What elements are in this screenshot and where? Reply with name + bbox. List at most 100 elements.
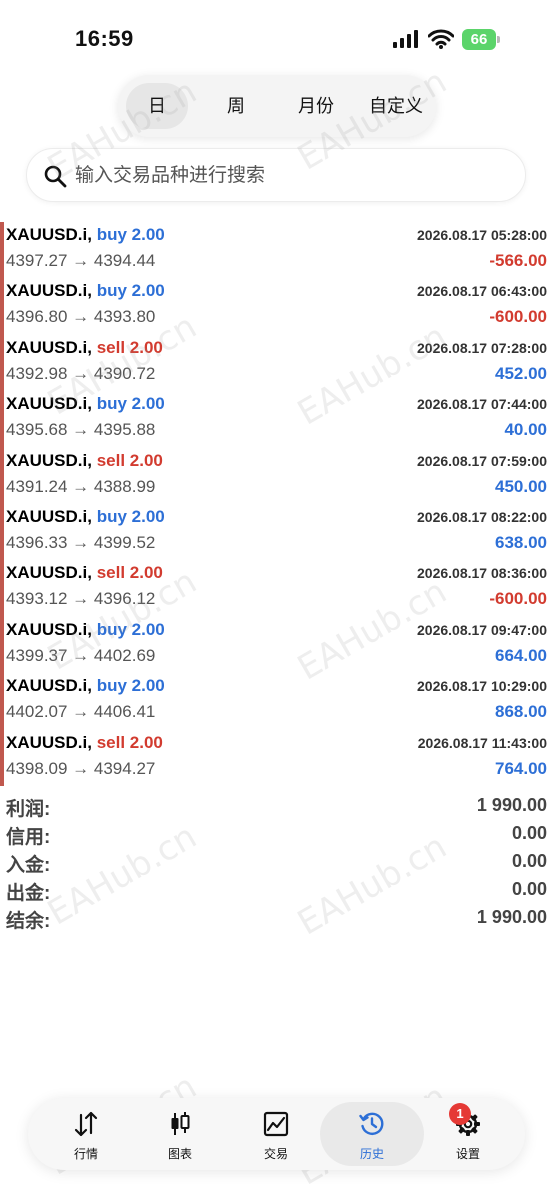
deal-symbol: XAUUSD.i, [6, 506, 92, 526]
deal-time: 2026.08.17 07:44:00 [417, 396, 547, 413]
tab-quotes[interactable]: 行情 [40, 1098, 130, 1170]
deal-symbol: XAUUSD.i, [6, 337, 92, 357]
deal-time: 2026.08.17 11:43:00 [417, 734, 547, 751]
deal-row[interactable]: XAUUSD.i, buy 2.00 2026.08.17 07:44:00 439… [0, 391, 553, 447]
period-tab-label: 自定义 [369, 96, 423, 116]
deal-row[interactable]: XAUUSD.i, buy 2.00 2026.08.17 05:28:00 439… [0, 222, 553, 278]
deal-prices: 4393.12 → 4396.12 [6, 589, 156, 609]
deal-symbol: XAUUSD.i, [6, 394, 92, 414]
summary-label: 结余: [6, 911, 51, 932]
deal-row[interactable]: XAUUSD.i, buy 2.00 2026.08.17 10:29:00 440… [0, 673, 553, 729]
deal-title: XAUUSD.i, buy 2.00 [6, 281, 165, 301]
period-selector: 日 周 月份 自定义 [118, 75, 436, 137]
summary-value: 0.00 [511, 823, 547, 843]
battery-level: 66 [462, 29, 496, 50]
search-icon [44, 165, 67, 188]
summary-label: 利润: [6, 799, 51, 820]
summary: 利润: 1 990.00 信用: 0.00 入金: 0.00 出金: 0.00 … [0, 792, 553, 932]
deal-prices: 4399.37 → 4402.69 [6, 645, 156, 665]
search-bar[interactable] [26, 148, 526, 202]
tab-label: 历史 [359, 1147, 384, 1161]
candlestick-chart-icon [171, 1112, 190, 1135]
deal-row[interactable]: XAUUSD.i, buy 2.00 2026.08.17 08:22:00 439… [0, 504, 553, 560]
deal-time: 2026.08.17 10:29:00 [417, 678, 547, 695]
deal-title: XAUUSD.i, sell 2.00 [6, 338, 163, 358]
wifi-icon [428, 29, 454, 49]
tab-label: 图表 [167, 1147, 192, 1161]
deal-side: buy 2.00 [96, 676, 165, 696]
tab-charts[interactable]: 图表 [134, 1098, 224, 1170]
tab-trade[interactable]: 交易 [230, 1098, 320, 1170]
summary-value: 1 990.00 [476, 907, 547, 927]
deal-row[interactable]: XAUUSD.i, sell 2.00 2026.08.17 07:59:00 43… [0, 448, 553, 504]
battery-tip [497, 36, 500, 43]
deal-time: 2026.08.17 07:28:00 [417, 339, 547, 356]
deal-side: buy 2.00 [96, 394, 165, 414]
tab-history[interactable]: 历史 [320, 1098, 424, 1170]
deal-side: sell 2.00 [96, 732, 163, 752]
deal-prices: 4396.80 → 4393.80 [6, 307, 156, 327]
deal-prices: 4395.68 → 4395.88 [6, 420, 156, 440]
summary-withdrawal-row: 出金: 0.00 [0, 876, 553, 904]
search-input[interactable] [75, 159, 505, 193]
deal-row[interactable]: XAUUSD.i, sell 2.00 2026.08.17 11:43:00 43… [0, 730, 553, 786]
period-tab-week[interactable]: 周 [196, 75, 276, 137]
summary-deposit-row: 入金: 0.00 [0, 848, 553, 876]
tab-label: 行情 [73, 1147, 98, 1161]
summary-credit-row: 信用: 0.00 [0, 820, 553, 848]
deal-title: XAUUSD.i, sell 2.00 [6, 733, 163, 753]
history-clock-icon [359, 1112, 384, 1135]
deal-prices: 4396.33 → 4399.52 [6, 532, 156, 552]
period-tab-label: 日 [148, 96, 166, 116]
deal-row[interactable]: XAUUSD.i, sell 2.00 2026.08.17 08:36:00 43… [0, 560, 553, 616]
period-tab-day[interactable]: 日 [118, 75, 196, 137]
deal-row[interactable]: XAUUSD.i, buy 2.00 2026.08.17 09:47:00 439… [0, 617, 553, 673]
summary-profit-row: 利润: 1 990.00 [0, 792, 553, 820]
period-tab-label: 月份 [298, 96, 334, 116]
deal-profit: 40.00 [504, 420, 547, 440]
status-bar: 16:59 66 [0, 0, 553, 80]
summary-balance-row: 结余: 1 990.00 [0, 904, 553, 932]
deal-time: 2026.08.17 05:28:00 [417, 227, 547, 243]
deal-title: XAUUSD.i, sell 2.00 [6, 451, 163, 471]
deal-row[interactable]: XAUUSD.i, sell 2.00 2026.08.17 07:28:00 43… [0, 335, 553, 391]
deal-title: XAUUSD.i, buy 2.00 [6, 394, 165, 414]
tab-label: 设置 [455, 1147, 480, 1161]
deal-symbol: XAUUSD.i, [6, 732, 92, 752]
deal-symbol: XAUUSD.i, [6, 281, 92, 301]
deal-time: 2026.08.17 07:59:00 [417, 452, 547, 469]
status-time: 16:59 [75, 26, 134, 51]
deal-symbol: XAUUSD.i, [6, 563, 92, 583]
deal-title: XAUUSD.i, buy 2.00 [6, 620, 165, 640]
deal-side: buy 2.00 [96, 225, 165, 244]
deal-profit: -566.00 [489, 251, 547, 270]
deal-profit: 868.00 [495, 702, 547, 722]
deal-profit: 452.00 [495, 363, 547, 383]
period-tab-custom[interactable]: 自定义 [356, 75, 436, 137]
cellular-signal-icon [393, 30, 418, 48]
summary-value: 0.00 [511, 851, 547, 871]
deal-side: buy 2.00 [96, 619, 165, 639]
deal-profit: 764.00 [495, 758, 547, 778]
deal-profit: -600.00 [489, 307, 547, 327]
deal-side: buy 2.00 [96, 281, 165, 301]
settings-notification-badge: 1 [449, 1103, 471, 1125]
deal-title: XAUUSD.i, buy 2.00 [6, 225, 165, 245]
period-tab-month[interactable]: 月份 [276, 75, 356, 137]
deal-time: 2026.08.17 08:22:00 [417, 508, 547, 525]
deal-profit: 450.00 [495, 476, 547, 496]
deal-row[interactable]: XAUUSD.i, buy 2.00 2026.08.17 06:43:00 439… [0, 278, 553, 334]
quotes-arrows-icon [74, 1111, 98, 1137]
deal-profit: 638.00 [495, 532, 547, 552]
deal-side: sell 2.00 [96, 337, 163, 357]
deal-time: 2026.08.17 08:36:00 [417, 565, 547, 582]
deal-profit: -600.00 [489, 589, 547, 609]
deal-prices: 4391.24 → 4388.99 [6, 476, 156, 496]
deal-side: sell 2.00 [96, 450, 163, 470]
deal-title: XAUUSD.i, buy 2.00 [6, 676, 165, 696]
summary-label: 信用: [6, 827, 51, 848]
deal-prices: 4397.27 → 4394.44 [6, 251, 156, 270]
deal-prices: 4392.98 → 4390.72 [6, 363, 156, 383]
deal-prices: 4402.07 → 4406.41 [6, 702, 156, 722]
battery-indicator: 66 [462, 29, 502, 50]
